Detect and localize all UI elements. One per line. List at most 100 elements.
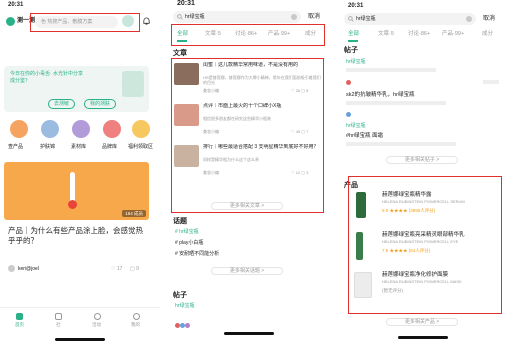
clear-icon[interactable]: [466, 16, 472, 22]
article-title: 点评｜市面上最火的十个口碑小X瓶: [203, 103, 282, 109]
topic-item[interactable]: # play小白瓶: [175, 240, 203, 246]
product-image: [354, 272, 372, 298]
banner-line1: 今日在你的小毒舌· 水光针中分享: [10, 71, 84, 77]
search-input[interactable]: 色 热搜产品、敷膜方案: [35, 16, 118, 28]
search-query: hr绿宝瓶: [356, 16, 376, 22]
mascot-icon[interactable]: [122, 15, 134, 27]
post-text[interactable]: sk2的抗皱精华乳，hr绿宝瓶: [346, 92, 414, 99]
tab-products[interactable]: 产品·99+: [268, 31, 290, 38]
article-item[interactable]: 点评｜市面上最火的十个口碑小X瓶 相信很多朋友都在研究这些精华小瓶装 美妆小编 …: [174, 102, 322, 140]
product-name: 赫莲娜绿宝瓶亮采精灵眼部精华乳: [382, 232, 465, 238]
topic-item[interactable]: # 安耐晒不同能分析: [175, 251, 219, 257]
category-icon-products[interactable]: [10, 120, 28, 138]
post-snippet-line: [346, 142, 456, 146]
more-topics-button[interactable]: 更多相关话题 >: [211, 267, 283, 275]
more-articles-button[interactable]: 更多相关文章 >: [211, 202, 283, 210]
product-rating: (暂无评分): [382, 288, 403, 293]
article-title[interactable]: 产品｜为什么有些产品涂上脸，会感觉热乎乎的？: [8, 226, 148, 246]
banner-illustration: [122, 71, 144, 97]
tab-all[interactable]: 全部: [348, 31, 359, 38]
category-icon-skincare[interactable]: [41, 120, 59, 138]
section-title-posts: 帖子: [173, 292, 187, 299]
category-label: 护肤锦: [40, 144, 56, 150]
banner-line2: 成分鉴？: [10, 78, 31, 84]
article-title: 闺蜜｜这几款精华常用味道，不是没有用的: [203, 62, 299, 68]
post-tag[interactable]: hr绿宝瓶: [346, 59, 365, 65]
category-icon-materials[interactable]: [72, 120, 90, 138]
post-tag[interactable]: hr绿宝瓶: [346, 123, 365, 129]
tab-activity[interactable]: 活动: [92, 322, 101, 327]
article-cover-image[interactable]: 164 成员: [4, 162, 149, 220]
tab-underline: [348, 40, 358, 42]
tab-home[interactable]: 首页: [15, 322, 24, 327]
product-item[interactable]: 赫莲娜绿宝瓶亮采精灵眼部精华乳 HELENA RUBINSTEIN POWERC…: [354, 230, 498, 264]
more-posts-button[interactable]: 更多相关帖子 >: [386, 156, 458, 164]
status-time: 20:31: [8, 2, 24, 8]
search-input[interactable]: hr绿宝瓶: [344, 13, 476, 25]
tab-community[interactable]: 社: [56, 322, 61, 327]
activity-icon[interactable]: [94, 313, 101, 320]
bell-icon[interactable]: [142, 17, 151, 26]
post-text[interactable]: #hr绿宝瓶 面霜: [346, 133, 383, 140]
product-image: [356, 232, 363, 260]
search-input[interactable]: hr绿宝瓶: [173, 11, 301, 23]
more-products-button[interactable]: 更多相关产品 >: [386, 318, 458, 326]
comment-count-value: 7: [306, 129, 309, 134]
home-icon[interactable]: [16, 313, 23, 320]
community-icon[interactable]: [55, 313, 62, 320]
tab-products[interactable]: 产品·99+: [442, 31, 464, 38]
article-item[interactable]: 排行｜哪些最适合搭配 3 支明星精华到底好不好用？ 同样是精华瓶为什么这个这么贵…: [174, 143, 322, 181]
tab-ingredients[interactable]: 成分: [482, 31, 493, 38]
article-author: 美妆小编: [203, 88, 219, 93]
like-count[interactable]: ♡ 17: [111, 266, 122, 272]
home-indicator: [55, 338, 105, 341]
clear-icon[interactable]: [291, 14, 297, 20]
category-grid: 查产品 护肤锦 素材库 品牌库 福利领取区: [4, 120, 154, 156]
profile-icon[interactable]: [133, 313, 140, 320]
category-label: 品牌库: [102, 144, 118, 150]
comment-count[interactable]: ▢ 9: [130, 266, 139, 272]
tab-profile[interactable]: 我的: [131, 322, 140, 327]
article-stats: ♡ 12 ▢ 3: [291, 170, 309, 175]
article-thumbnail: [174, 63, 199, 85]
article-stats: ♡ 45 ▢ 7: [291, 129, 309, 134]
tab-discussions[interactable]: 讨论·86+: [408, 31, 430, 38]
post-stats: [483, 80, 499, 84]
phone-home-screen: 20:31 测一测 色 热搜产品、敷膜方案 今日在你的小毒舌· 水光针中分享 成…: [0, 0, 160, 347]
article-item[interactable]: 闺蜜｜这几款精华常用味道，不是没有用的 HR是赫莲娜，赫莲娜作为大牌小精神，常年…: [174, 61, 322, 99]
tab-articles[interactable]: 文章·5: [378, 31, 394, 38]
topic-item[interactable]: # hr绿宝瓶: [175, 229, 199, 235]
cancel-button[interactable]: 取消: [483, 16, 495, 23]
banner-test-button[interactable]: 去测敏: [48, 99, 76, 109]
category-label: 福利领取区: [128, 144, 154, 150]
cancel-button[interactable]: 取消: [308, 14, 320, 21]
article-thumbnail: [174, 104, 199, 126]
like-count-value: 12: [295, 170, 301, 175]
post-tag[interactable]: hr绿宝瓶: [175, 303, 194, 309]
tab-all[interactable]: 全部: [177, 31, 188, 38]
product-name: 赫莲娜绿宝瓶精华露: [382, 192, 432, 198]
tab-articles[interactable]: 文章·5: [205, 31, 221, 38]
article-title: 排行｜哪些最适合搭配 3 支明星精华到底好不好用？: [203, 144, 319, 150]
category-icon-brands[interactable]: [103, 120, 121, 138]
product-name-en: HELENA RUBINSTEIN POWERCELL SERUM: [382, 199, 465, 204]
comment-count-value: 5: [306, 88, 309, 93]
status-time: 20:31: [348, 3, 364, 9]
avatar[interactable]: [8, 265, 15, 272]
category-label: 查产品: [8, 144, 24, 150]
search-icon: [348, 16, 354, 22]
banner-skin-button[interactable]: 我的测肤: [84, 99, 117, 109]
category-icon-benefits[interactable]: [132, 120, 150, 138]
tab-ingredients[interactable]: 成分: [305, 31, 316, 38]
section-title-topics: 话题: [173, 218, 187, 225]
promo-banner[interactable]: 今日在你的小毒舌· 水光针中分享 成分鉴？ 去测敏 我的测肤: [4, 66, 149, 112]
tab-discussions[interactable]: 讨论·86+: [235, 31, 257, 38]
thermometer-bulb: [68, 200, 77, 209]
search-query: hr绿宝瓶: [185, 14, 205, 20]
status-time: 20:31: [177, 0, 195, 7]
product-rating: 9.0 ★★★★ (3990人评分): [382, 208, 436, 213]
product-item[interactable]: 赫莲娜绿宝瓶精华露 HELENA RUBINSTEIN POWERCELL SE…: [354, 190, 498, 224]
article-thumbnail: [174, 145, 199, 167]
avatar: [346, 80, 351, 85]
product-item[interactable]: 赫莲娜绿宝瓶净化修护面膜 HELENA RUBINSTEIN POWERCELL…: [354, 270, 498, 304]
